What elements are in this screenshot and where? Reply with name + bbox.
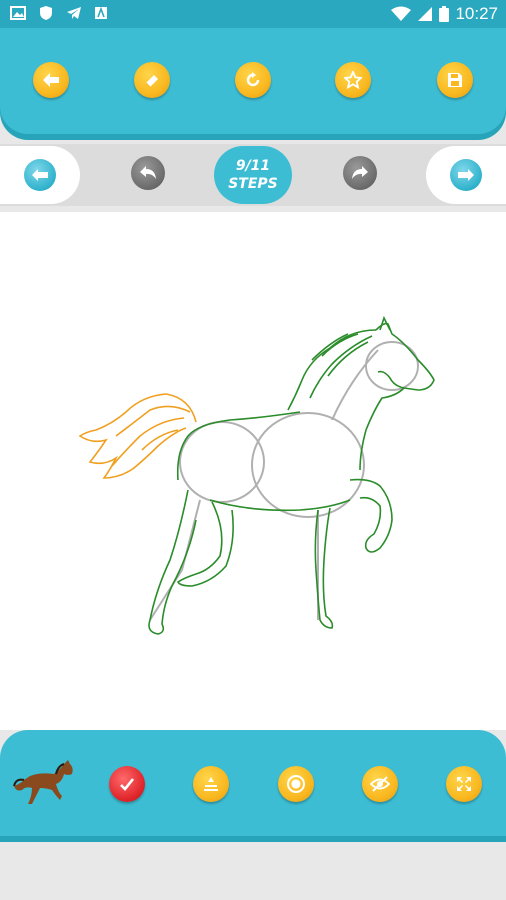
horse-back-leg-2 (176, 501, 234, 587)
steps-counter-badge: 9/11 STEPS (214, 146, 292, 204)
arrow-right-icon (458, 169, 474, 181)
eraser-button[interactable] (134, 62, 170, 98)
redo-icon (352, 166, 368, 179)
bottom-spacer (0, 842, 506, 900)
guide-neck (331, 349, 379, 421)
check-icon (120, 778, 135, 791)
horse-head (375, 322, 435, 391)
telegram-icon (67, 7, 81, 19)
star-icon (344, 71, 362, 89)
steps-count: 9/11 (235, 158, 271, 174)
undo-icon (140, 166, 156, 179)
previous-step-pill (0, 146, 80, 204)
horse-mane (287, 329, 377, 411)
horse-thumbnail[interactable] (10, 756, 76, 812)
guide-lines (149, 341, 419, 621)
expand-icon (457, 777, 471, 791)
hide-guides-button[interactable] (362, 766, 398, 802)
steps-label: STEPS (228, 176, 278, 192)
eye-off-icon (370, 776, 390, 792)
guide-back-leg (149, 499, 201, 621)
top-toolbar (0, 28, 506, 134)
signal-icon (418, 7, 433, 21)
drawing-canvas[interactable] (0, 212, 506, 730)
eraser-icon (145, 75, 158, 88)
rate-button[interactable] (335, 62, 371, 98)
refresh-icon (246, 72, 260, 87)
completed-lines (148, 315, 435, 635)
arrow-left-icon (43, 73, 59, 87)
redo-button[interactable] (343, 156, 377, 190)
status-bar: 10:27 (0, 0, 506, 28)
horse-drawing (78, 315, 435, 635)
horse-back (176, 411, 301, 481)
guide-head (365, 341, 419, 391)
bottom-toolbar (0, 730, 506, 836)
save-button[interactable] (437, 62, 473, 98)
record-icon (287, 775, 305, 793)
next-step-button[interactable] (450, 159, 482, 191)
status-left-icons (10, 5, 108, 21)
brush-size-icon (204, 777, 218, 791)
horse-thumbnail-icon (13, 760, 73, 804)
app-icon (95, 6, 107, 19)
status-right-icons: 10:27 (391, 4, 498, 24)
previous-step-button[interactable] (24, 159, 56, 191)
next-step-pill (426, 146, 506, 204)
status-time: 10:27 (455, 4, 498, 23)
reset-button[interactable] (235, 62, 271, 98)
arrow-left-icon (32, 169, 48, 181)
wifi-icon (391, 6, 412, 21)
battery-icon (439, 6, 450, 22)
undo-button[interactable] (131, 156, 165, 190)
fullscreen-button[interactable] (446, 766, 482, 802)
floppy-disk-icon (448, 73, 462, 87)
shield-icon (40, 6, 52, 20)
stroke-width-button[interactable] (193, 766, 229, 802)
image-icon (10, 6, 26, 20)
done-button[interactable] (109, 766, 145, 802)
horse-neck-front (359, 387, 405, 471)
back-button[interactable] (33, 62, 69, 98)
record-button[interactable] (278, 766, 314, 802)
